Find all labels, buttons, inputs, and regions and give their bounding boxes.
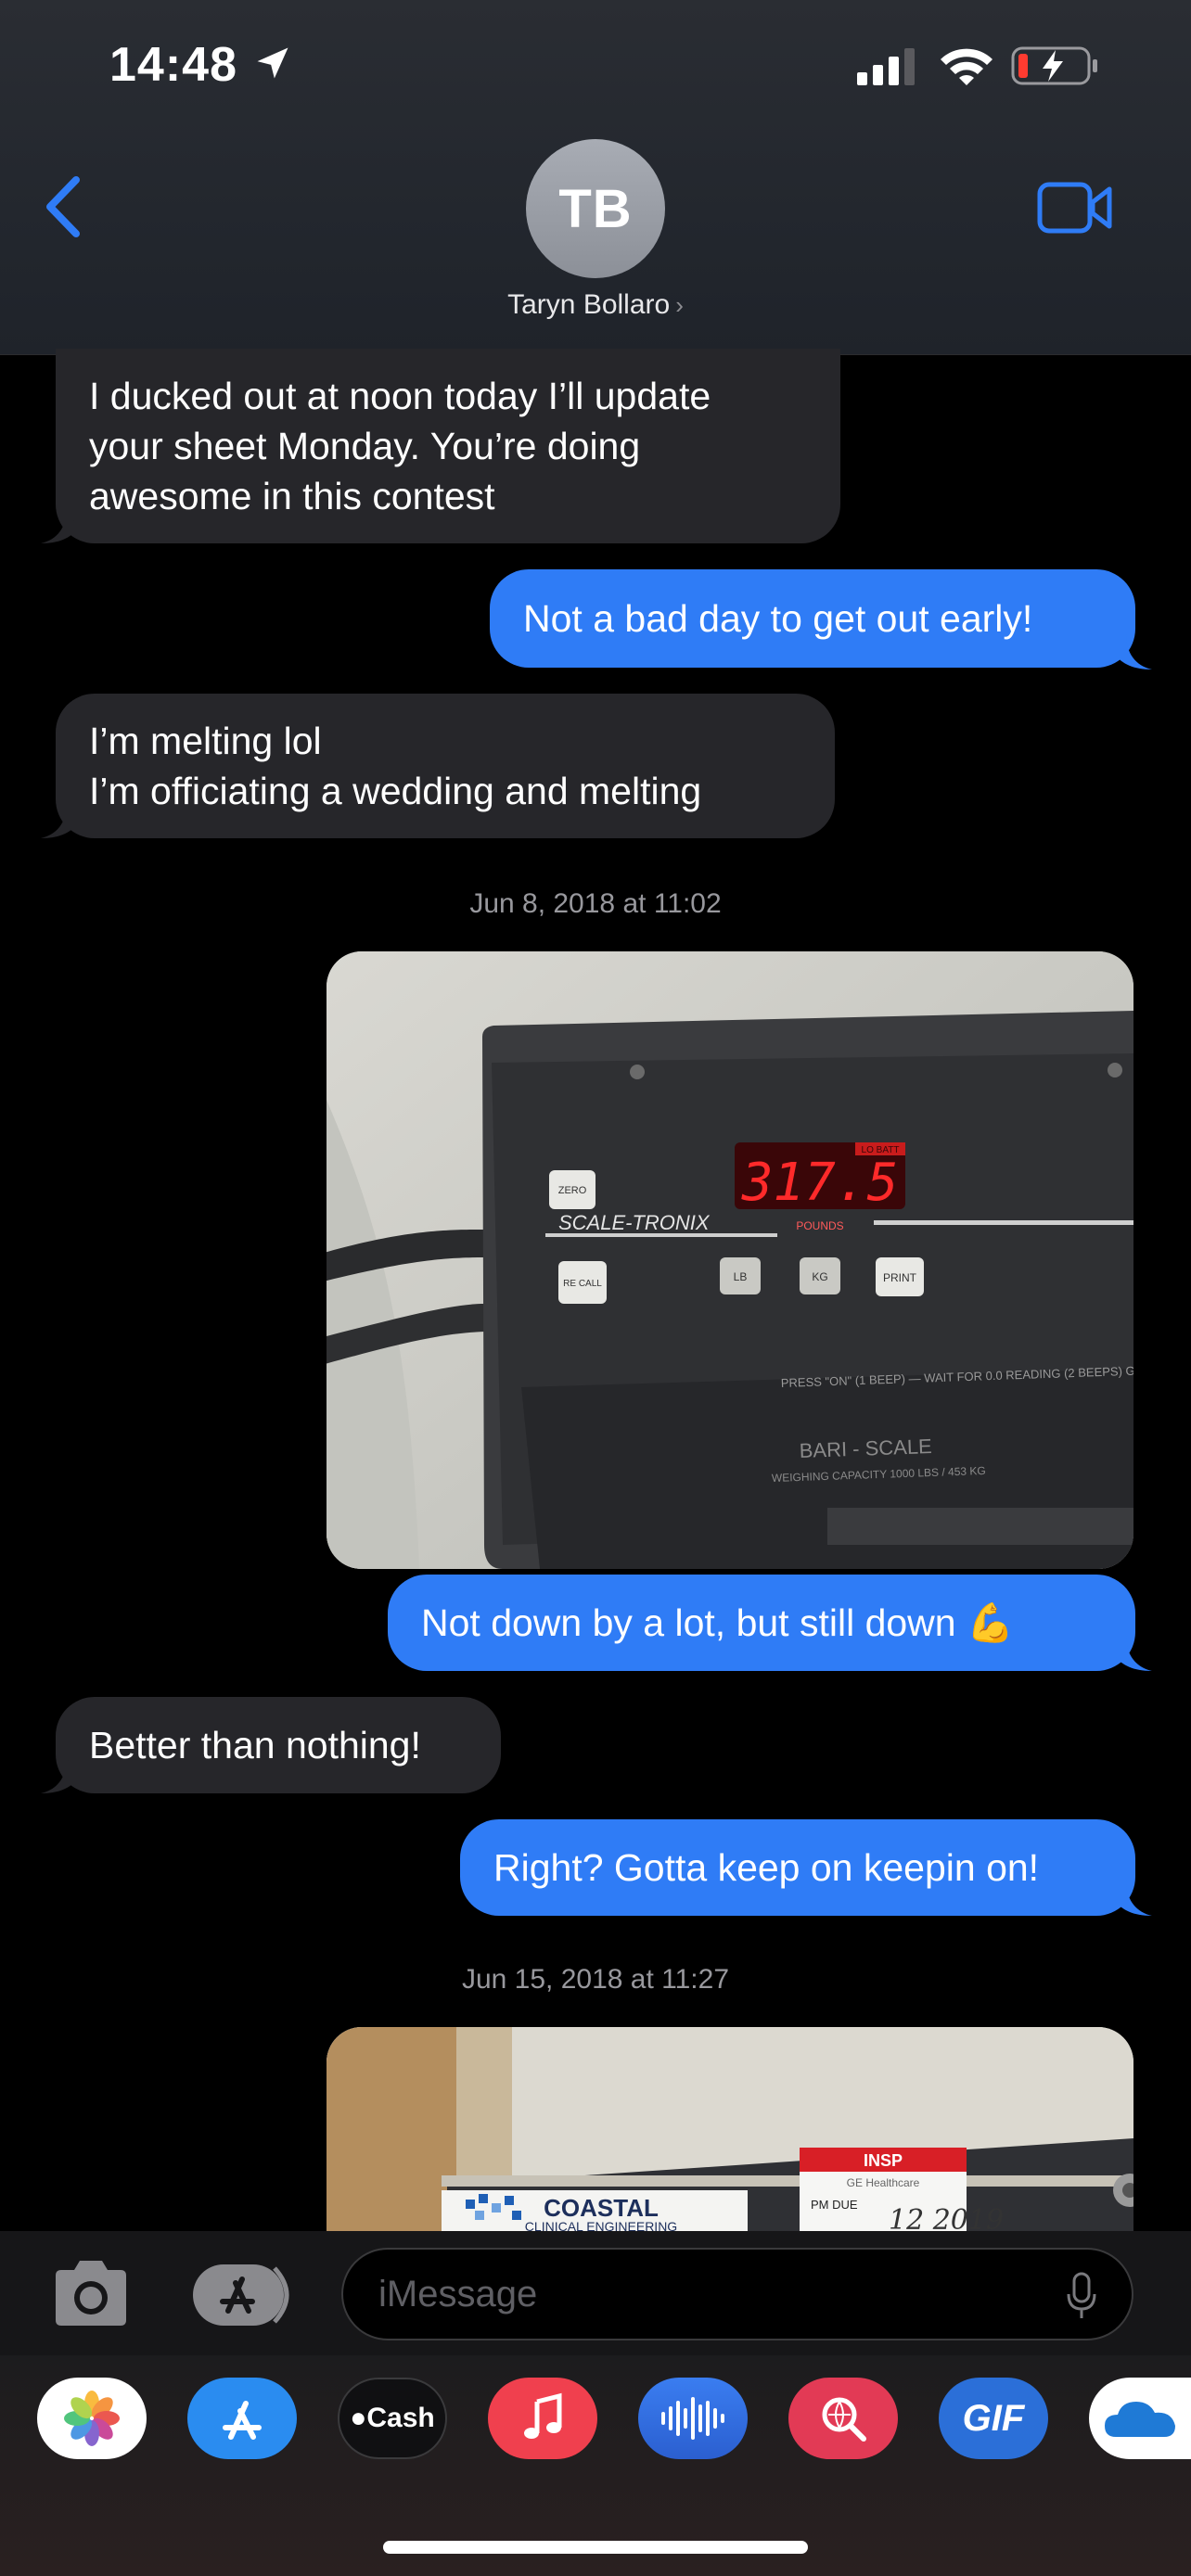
outgoing-message-bubble[interactable]: Not a bad day to get out early!: [490, 569, 1135, 668]
camera-icon[interactable]: [48, 2255, 134, 2329]
pm-due-label: PM DUE: [811, 2198, 858, 2212]
web-search-app-button[interactable]: [788, 2378, 898, 2459]
incoming-message-bubble[interactable]: I’m melting lol I’m officiating a weddin…: [56, 694, 835, 838]
contact-avatar[interactable]: TB: [526, 139, 665, 278]
bubble-tail: [41, 803, 78, 838]
contact-name: Taryn Bollaro: [507, 289, 671, 320]
gif-app-button[interactable]: GIF: [939, 2378, 1048, 2459]
equipment-photo: COASTAL CLINICAL ENGINEERING INSP GE Hea…: [327, 2027, 1133, 2231]
chevron-right-icon: ›: [675, 291, 684, 319]
location-arrow-icon: [257, 47, 288, 79]
facetime-video-icon[interactable]: [1037, 182, 1113, 234]
contact-name-link[interactable]: Taryn Bollaro ›: [0, 289, 1191, 321]
apple-cash-label: Cash: [366, 2403, 435, 2433]
scale-display-unit: POUNDS: [796, 1219, 843, 1232]
battery-charging-icon: [1011, 46, 1097, 85]
coastal-company-sub: CLINICAL ENGINEERING: [525, 2219, 677, 2231]
message-timestamp: Jun 8, 2018 at 11:02: [469, 888, 722, 919]
recall-key: RE CALL: [563, 1279, 602, 1289]
bubble-tail: [1115, 1636, 1152, 1671]
cellular-signal-icon: [857, 48, 915, 85]
status-time: 14:48: [109, 38, 237, 92]
lb-key: LB: [734, 1270, 748, 1283]
bubble-tail: [1115, 1881, 1152, 1916]
scale-photo-attachment[interactable]: LO BATT 317.5 POUNDS ZERO SCALE-TRONIX R…: [327, 951, 1133, 1569]
audio-app-button[interactable]: [638, 2378, 748, 2459]
audio-waveform-icon: [661, 2397, 724, 2440]
timestamp-date: Jun 8, 2018: [469, 888, 616, 919]
equipment-photo-attachment[interactable]: COASTAL CLINICAL ENGINEERING INSP GE Hea…: [327, 2027, 1133, 2231]
app-store-toggle-icon[interactable]: [191, 2263, 299, 2327]
coastal-company: COASTAL: [544, 2194, 659, 2222]
photos-app-button[interactable]: [37, 2378, 147, 2459]
wifi-icon: [941, 48, 992, 85]
app-store-app-button[interactable]: [187, 2378, 297, 2459]
photos-icon: [64, 2391, 120, 2446]
bubble-tail: [41, 508, 78, 543]
scale-display-value: 317.5: [741, 1153, 899, 1213]
scale-brand: SCALE-TRONIX: [558, 1211, 711, 1234]
back-chevron-icon[interactable]: [41, 174, 87, 239]
home-indicator: [383, 2541, 808, 2554]
music-icon: [524, 2392, 562, 2439]
scale-photo: LO BATT 317.5 POUNDS ZERO SCALE-TRONIX R…: [327, 951, 1133, 1569]
outgoing-message-bubble[interactable]: Not down by a lot, but still down 💪: [388, 1575, 1135, 1671]
zero-key: ZERO: [558, 1185, 587, 1196]
conversation-header: 14:48 TB Taryn Bollaro ›: [0, 0, 1191, 355]
timestamp-time: 11:02: [653, 888, 722, 919]
sticker-title: INSP: [864, 2151, 903, 2170]
incoming-message-bubble[interactable]: Better than nothing!: [56, 1697, 501, 1793]
onedrive-app-button[interactable]: [1089, 2378, 1191, 2459]
print-key: PRINT: [883, 1271, 917, 1284]
sticker-sub: GE Healthcare: [847, 2176, 920, 2189]
music-app-button[interactable]: [488, 2378, 597, 2459]
gif-label: GIF: [962, 2397, 1025, 2439]
incoming-message-bubble[interactable]: I ducked out at noon today I’ll update y…: [56, 349, 840, 543]
bubble-tail: [1115, 634, 1152, 670]
web-search-icon: [822, 2397, 866, 2442]
scale-panel-title: BARI - SCALE: [799, 1435, 932, 1462]
microphone-icon[interactable]: [1065, 2272, 1098, 2320]
apple-cash-icon: ●Cash: [350, 2403, 435, 2433]
timestamp-date: Jun 15, 2018: [461, 1964, 623, 1995]
timestamp-time: 11:27: [661, 1964, 730, 1995]
imessage-input[interactable]: iMessage: [341, 2248, 1133, 2340]
bubble-tail: [41, 1758, 78, 1793]
apple-cash-app-button[interactable]: ●Cash: [338, 2378, 447, 2459]
app-store-icon: [223, 2401, 262, 2440]
kg-key: KG: [812, 1270, 827, 1283]
pm-due-date: 12 2019: [889, 2204, 1004, 2231]
outgoing-message-bubble[interactable]: Right? Gotta keep on keepin on!: [460, 1819, 1135, 1916]
message-timestamp: Jun 15, 2018 at 11:27: [461, 1964, 730, 1995]
gif-icon: GIF: [963, 2398, 1025, 2440]
onedrive-icon: [1105, 2402, 1175, 2437]
